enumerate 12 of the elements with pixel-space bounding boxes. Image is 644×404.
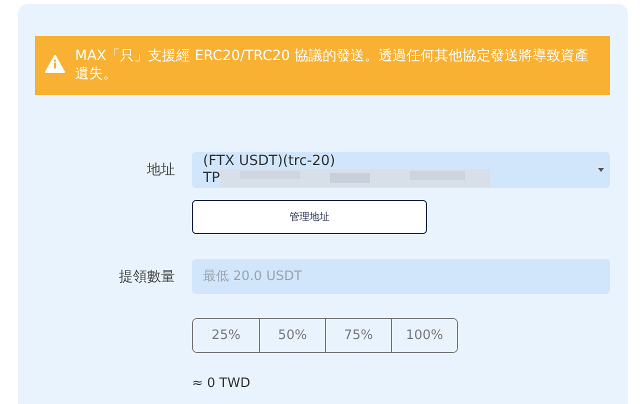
manage-address-button[interactable]: 管理地址 (192, 200, 427, 234)
caret-icon (598, 168, 604, 172)
address-value: TP (203, 170, 220, 186)
percent-button[interactable]: 100% (391, 319, 457, 352)
address-label: 地址 (146, 161, 176, 179)
address-select[interactable]: (FTX USDT)(trc-20) TP (192, 152, 610, 188)
amount-label: 提領數量 (118, 268, 176, 286)
fiat-estimate: ≈ 0 TWD (192, 376, 250, 391)
warning-text: MAX「只」支援經 ERC20/TRC20 協議的發送。透過任何其他協定發送將導致資產遺失。 (75, 47, 590, 83)
amount-input[interactable]: 最低 20.0 USDT (192, 259, 610, 294)
address-name: (FTX USDT)(trc-20) (203, 153, 336, 169)
warning-icon (45, 55, 65, 73)
